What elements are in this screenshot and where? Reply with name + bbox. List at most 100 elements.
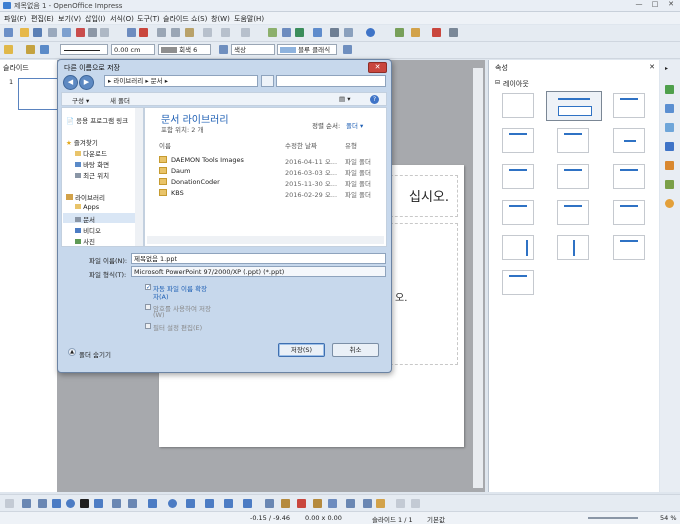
stars-icon[interactable] — [243, 499, 252, 508]
style-icon[interactable] — [4, 45, 13, 54]
properties-deck-icon[interactable] — [665, 85, 674, 94]
from-file-icon[interactable] — [313, 499, 322, 508]
new-doc-icon[interactable] — [4, 28, 13, 37]
menu-edit[interactable]: 편집(E) — [31, 14, 54, 24]
toolbar-options-icon[interactable] — [449, 28, 458, 37]
save-icon[interactable] — [33, 28, 42, 37]
nav-quick-access[interactable]: 📄 응용 프로그램 링크 — [66, 115, 128, 125]
glue-points-icon[interactable] — [281, 499, 290, 508]
file-row[interactable]: KBS 2016-02-29 오... 파일 폴더 — [159, 188, 379, 199]
line-width-field[interactable]: 0.00 cm — [111, 44, 155, 55]
layout-two-content[interactable] — [502, 164, 534, 189]
forward-button[interactable]: ▶ — [79, 75, 94, 90]
paste-icon[interactable] — [185, 28, 194, 37]
close-window-button[interactable]: ✕ — [664, 0, 678, 9]
layout-vertical-text[interactable] — [557, 235, 589, 260]
menu-slideshow[interactable]: 슬라이드 쇼(S) — [163, 14, 207, 24]
line-end-icon[interactable] — [26, 45, 35, 54]
basic-shapes-icon[interactable] — [148, 499, 157, 508]
navigator-deck-icon[interactable] — [665, 199, 674, 208]
nav-downloads[interactable]: 다운로드 — [75, 148, 107, 158]
horizontal-scrollbar[interactable] — [147, 236, 384, 244]
zoom-icon[interactable] — [330, 28, 339, 37]
layout-four-content[interactable] — [502, 200, 534, 225]
menu-tools[interactable]: 도구(T) — [137, 14, 160, 24]
table-icon[interactable] — [282, 28, 291, 37]
area-style-select[interactable]: 색상 — [231, 44, 275, 55]
animation-icon[interactable] — [665, 123, 674, 132]
preview-icon[interactable] — [100, 28, 109, 37]
shadow-icon[interactable] — [343, 45, 352, 54]
rectangle-icon[interactable] — [52, 499, 61, 508]
undo-icon[interactable] — [221, 28, 230, 37]
gallery-icon[interactable] — [344, 28, 353, 37]
layout-six-content[interactable] — [613, 200, 645, 225]
layout-content-two[interactable] — [557, 164, 589, 189]
gallery-deck-icon[interactable] — [665, 180, 674, 189]
slide-icon[interactable] — [411, 28, 420, 37]
collapse-icon[interactable]: ⊟ — [495, 79, 500, 86]
text-tool-icon[interactable] — [80, 499, 89, 508]
address-part-documents[interactable]: 문서 — [151, 77, 163, 85]
layout-four-grid[interactable] — [557, 200, 589, 225]
vertical-scrollbar[interactable] — [473, 68, 483, 488]
autospell-icon[interactable] — [139, 28, 148, 37]
gallery-tool-icon[interactable] — [328, 499, 337, 508]
copy-icon[interactable] — [171, 28, 180, 37]
col-date[interactable]: 수정한 날짜 — [285, 140, 317, 150]
nav-libraries[interactable]: 라이브러리 — [66, 192, 105, 202]
area-color-select[interactable]: 블루 클래식 — [277, 44, 337, 55]
chart-icon[interactable] — [268, 28, 277, 37]
print-icon[interactable] — [88, 28, 97, 37]
filetype-select[interactable]: Microsoft PowerPoint 97/2000/XP (.ppt) (… — [131, 266, 386, 277]
block-arrows-icon[interactable] — [186, 499, 195, 508]
address-part-libraries[interactable]: 라이브러리 — [113, 77, 143, 85]
minimize-button[interactable]: — — [632, 0, 646, 9]
nav-scrollbar[interactable] — [135, 108, 143, 246]
nav-recent[interactable]: 최근 위치 — [75, 170, 109, 180]
nav-desktop[interactable]: 바탕 화면 — [75, 159, 109, 169]
maximize-button[interactable]: □ — [648, 0, 662, 9]
cancel-button[interactable]: 취소 — [332, 343, 379, 357]
slideshow-icon[interactable] — [432, 28, 441, 37]
display-icon[interactable] — [395, 28, 404, 37]
lines-arrows-icon[interactable] — [128, 499, 137, 508]
hide-folders-icon[interactable]: ▲ — [68, 348, 76, 356]
layout-centered-text[interactable] — [613, 128, 645, 153]
address-bar[interactable]: ▸ 라이브러리 ▸ 문서 ▸ — [104, 75, 258, 87]
col-type[interactable]: 유형 — [345, 140, 357, 150]
navigator-icon[interactable] — [295, 28, 304, 37]
hyperlink-icon[interactable] — [313, 28, 322, 37]
toolbar-more-icon[interactable] — [411, 499, 420, 508]
select-icon[interactable] — [5, 499, 14, 508]
organize-button[interactable]: 구성 ▾ — [72, 95, 89, 105]
rotate-icon[interactable] — [346, 499, 355, 508]
ellipse-icon[interactable] — [66, 499, 75, 508]
hide-folders-button[interactable]: 폴더 숨기기 — [79, 349, 111, 359]
nav-documents[interactable]: 문서 — [75, 214, 95, 224]
save-button[interactable]: 저장(S) — [278, 343, 325, 357]
sidebar-menu-icon[interactable]: ▸ — [665, 65, 668, 72]
menu-help[interactable]: 도움말(H) — [234, 14, 264, 24]
menu-window[interactable]: 창(W) — [211, 14, 230, 24]
menu-file[interactable]: 파일(F) — [4, 14, 26, 24]
line-color-select[interactable]: 회색 6 — [158, 44, 211, 55]
line-tool-icon[interactable] — [22, 499, 31, 508]
filter-settings-checkbox[interactable] — [145, 323, 151, 329]
search-input[interactable] — [276, 75, 386, 87]
file-row[interactable]: DonationCoder 2015-11-30 오... 파일 폴더 — [159, 177, 379, 188]
format-paintbrush-icon[interactable] — [203, 28, 212, 37]
view-options-icon[interactable]: ▤ ▾ — [339, 95, 350, 103]
back-button[interactable]: ◀ — [63, 75, 78, 90]
align-icon[interactable] — [363, 499, 372, 508]
file-row[interactable]: DAEMON Tools Images 2016-04-11 오... 파일 폴… — [159, 155, 379, 166]
edit-icon[interactable] — [62, 28, 71, 37]
area-icon[interactable] — [219, 45, 228, 54]
nav-apps[interactable]: Apps — [75, 203, 99, 211]
nav-favorites[interactable]: ★ 즐겨찾기 — [66, 137, 98, 147]
styles-icon[interactable] — [665, 161, 674, 170]
layout-title-two-vertical[interactable] — [502, 270, 534, 295]
master-pages-icon[interactable] — [665, 104, 674, 113]
symbol-shapes-icon[interactable] — [168, 499, 177, 508]
menu-format[interactable]: 서식(O) — [110, 14, 134, 24]
